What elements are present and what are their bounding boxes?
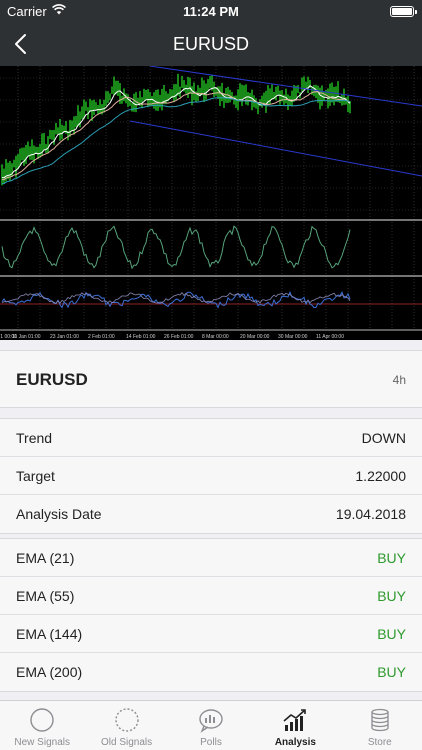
circle-icon (30, 708, 54, 732)
tab-label: Old Signals (101, 737, 153, 748)
tab-analysis[interactable]: Analysis (253, 701, 337, 750)
coin-stack-icon (371, 708, 389, 732)
tab-label: Analysis (274, 737, 316, 748)
detail-label: Trend (16, 430, 53, 446)
tab-label: Store (367, 737, 392, 748)
tab-new-signals[interactable]: New Signals (0, 701, 84, 750)
indicator-row-ema-200: EMA (200) BUY (0, 653, 422, 691)
section-spacer (0, 340, 422, 350)
tab-bar: New Signals Old Signals Polls Analysis S… (0, 700, 422, 750)
indicator-label: EMA (21) (16, 550, 75, 566)
price-chart-canvas: Dec 1 00:0011 Jan 01:0023 Jan 01:002 Feb… (0, 66, 422, 340)
price-chart: Dec 1 00:0011 Jan 01:0023 Jan 01:002 Feb… (0, 66, 422, 340)
detail-row-trend: Trend DOWN (0, 419, 422, 457)
signal-symbol: EURUSD (16, 370, 88, 389)
detail-label: Target (16, 468, 55, 484)
indicator-label: EMA (55) (16, 588, 75, 604)
indicator-signal: BUY (377, 664, 406, 680)
indicators-group: EMA (21) BUY EMA (55) BUY EMA (144) BUY … (0, 538, 422, 692)
chat-bubble-icon (199, 709, 223, 733)
tab-store[interactable]: Store (338, 701, 422, 750)
detail-value: 19.04.2018 (335, 506, 406, 522)
trend-chart-icon (283, 709, 307, 731)
detail-value: DOWN (361, 430, 406, 446)
trend-channel-line (129, 120, 422, 177)
navigation-bar: EURUSD (0, 22, 422, 66)
indicator-row-ema-21: EMA (21) BUY (0, 539, 422, 577)
indicator-row-ema-55: EMA (55) BUY (0, 577, 422, 615)
detail-row-analysis-date: Analysis Date 19.04.2018 (0, 495, 422, 533)
indicator-signal: BUY (377, 626, 406, 642)
macd-signal-line (1, 291, 351, 304)
tab-old-signals[interactable]: Old Signals (84, 701, 168, 750)
page-title: EURUSD (172, 34, 249, 54)
dashed-circle-icon (114, 708, 139, 732)
indicator-signal: BUY (377, 550, 406, 566)
indicator-label: EMA (200) (16, 664, 83, 680)
oscillator-line (1, 225, 351, 270)
details-group: Trend DOWN Target 1.22000 Analysis Date … (0, 418, 422, 534)
signal-header: EURUSD 4h (0, 350, 422, 408)
detail-row-target: Target 1.22000 (0, 457, 422, 495)
detail-label: Analysis Date (16, 506, 102, 522)
indicator-label: EMA (144) (16, 626, 83, 642)
tab-label: New Signals (14, 737, 70, 748)
indicator-row-ema-144: EMA (144) BUY (0, 615, 422, 653)
detail-value: 1.22000 (355, 468, 406, 484)
battery-icon (390, 6, 417, 17)
tab-label: Polls (200, 737, 222, 748)
signal-timeframe: 4h (392, 373, 406, 387)
clock: 11:24 PM (183, 4, 239, 19)
status-bar: Carrier 11:24 PM (0, 0, 422, 22)
indicator-signal: BUY (377, 588, 406, 604)
tab-polls[interactable]: Polls (169, 701, 253, 750)
